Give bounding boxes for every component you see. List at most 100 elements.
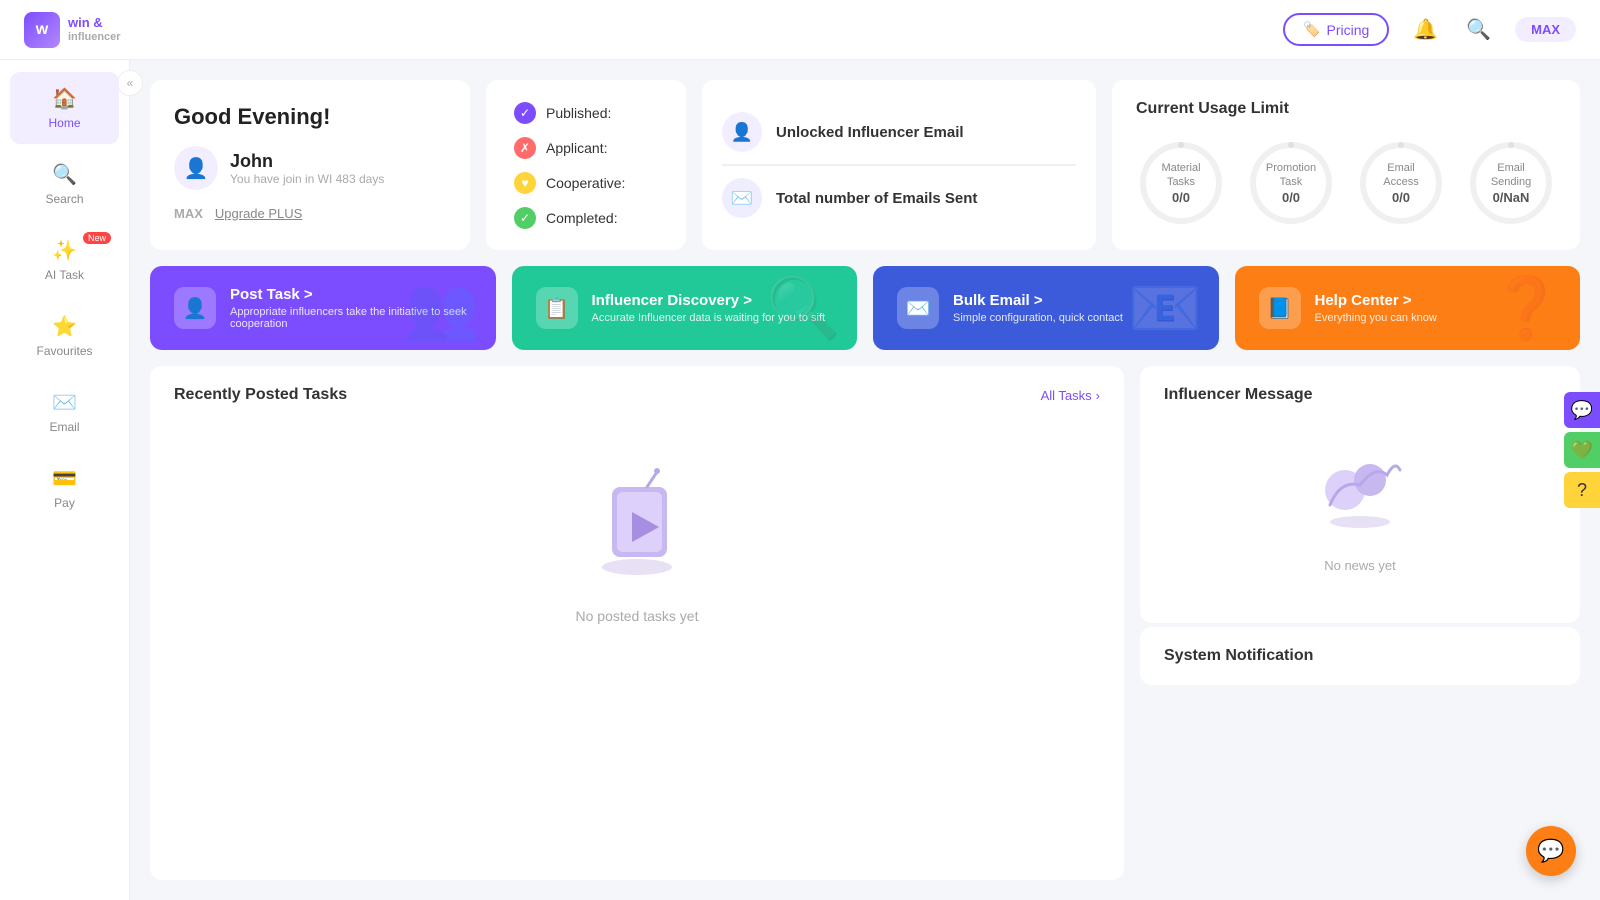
emails-sent-stat: ✉️ Total number of Emails Sent [722, 166, 1076, 230]
right-column: Influencer Message No news yet System No… [1140, 366, 1580, 880]
discovery-icon: 📋 [536, 287, 578, 329]
bottom-row: Recently Posted Tasks All Tasks › [150, 366, 1580, 880]
material-tasks-circle: MaterialTasks 0/0 [1136, 138, 1226, 228]
all-tasks-link[interactable]: All Tasks › [1041, 388, 1100, 403]
logo-line1: win & [68, 15, 121, 31]
logo-icon: w [24, 12, 60, 48]
usage-title: Current Usage Limit [1136, 100, 1556, 118]
tasks-card: Recently Posted Tasks All Tasks › [150, 366, 1124, 880]
sidebar-item-label-home: Home [48, 116, 80, 130]
user-badge[interactable]: MAX [1515, 17, 1576, 42]
help-center-sub: Everything you can know [1315, 312, 1437, 324]
material-tasks-label: MaterialTasks [1161, 161, 1200, 190]
applicant-label: Applicant: [546, 140, 607, 156]
no-news-area: No news yet [1164, 420, 1556, 603]
user-name: John [230, 151, 384, 172]
published-label: Published: [546, 105, 611, 121]
nav-right: 🏷️ Pricing 🔔 🔍 MAX [1283, 13, 1576, 46]
notif-title: System Notification [1164, 647, 1556, 665]
avatar: 👤 [174, 146, 218, 190]
email-access-value: 0/0 [1383, 190, 1418, 205]
help-center-icon: 📘 [1259, 287, 1301, 329]
chat-button[interactable]: 💬 [1526, 826, 1576, 876]
email-access-label: EmailAccess [1383, 161, 1418, 190]
bulk-email-sub: Simple configuration, quick contact [953, 312, 1123, 324]
welcome-row: Good Evening! 👤 John You have join in WI… [150, 80, 1580, 250]
sidebar-item-favourites[interactable]: ⭐ Favourites [10, 300, 119, 372]
sidebar-item-home[interactable]: 🏠 Home [10, 72, 119, 144]
bulk-email-card[interactable]: ✉️ Bulk Email > Simple configuration, qu… [873, 266, 1219, 350]
promotion-task-circle: PromotionTask 0/0 [1246, 138, 1336, 228]
no-news-text: No news yet [1324, 558, 1396, 573]
sidebar-item-search[interactable]: 🔍 Search [10, 148, 119, 220]
cooperative-stat: ♥ Cooperative: [514, 172, 658, 194]
sidebar-item-label-ai: AI Task [45, 268, 84, 282]
post-task-card[interactable]: 👤 Post Task > Appropriate influencers ta… [150, 266, 496, 350]
completed-dot: ✓ [514, 207, 536, 229]
new-badge: New [83, 232, 111, 244]
tasks-header: Recently Posted Tasks All Tasks › [174, 386, 1100, 404]
post-task-bg-icon: 👥 [405, 273, 480, 344]
sidebar-item-label-search: Search [45, 192, 83, 206]
promotion-task-value: 0/0 [1266, 190, 1316, 205]
user-days: You have join in WI 483 days [230, 172, 384, 186]
completed-stat: ✓ Completed: [514, 207, 658, 229]
help-center-title: Help Center > [1315, 292, 1437, 309]
person-icon: 👤 [722, 112, 762, 152]
pricing-label: Pricing [1327, 22, 1370, 38]
wechat-float-button[interactable]: 💚 [1564, 432, 1600, 468]
sidebar-item-ai-task[interactable]: ✨ AI Task New [10, 224, 119, 296]
completed-label: Completed: [546, 210, 618, 226]
pricing-button[interactable]: 🏷️ Pricing [1283, 13, 1389, 46]
search-nav-button[interactable]: 🔍 [1462, 13, 1495, 46]
logo-line2: influencer [68, 31, 121, 44]
empty-tasks-text: No posted tasks yet [576, 608, 699, 624]
bulk-email-icon: ✉️ [897, 287, 939, 329]
no-news-icon [1315, 450, 1405, 546]
ai-task-icon: ✨ [52, 238, 77, 263]
task-stats-card: ✓ Published: ✗ Applicant: ♥ Cooperative:… [486, 80, 686, 250]
tasks-title: Recently Posted Tasks [174, 386, 347, 404]
notification-button[interactable]: 🔔 [1409, 13, 1442, 46]
upgrade-row: MAX Upgrade PLUS [174, 206, 446, 221]
help-center-card[interactable]: 📘 Help Center > Everything you can know … [1235, 266, 1581, 350]
usage-circles: MaterialTasks 0/0 PromotionTask 0/0 [1136, 138, 1556, 228]
bulk-email-title: Bulk Email > [953, 292, 1123, 309]
user-info: 👤 John You have join in WI 483 days [174, 146, 446, 190]
sidebar-item-email[interactable]: ✉️ Email [10, 376, 119, 448]
system-notification-card: System Notification [1140, 627, 1580, 685]
logo[interactable]: w win & influencer [24, 12, 121, 48]
email-access-circle: EmailAccess 0/0 [1356, 138, 1446, 228]
message-title: Influencer Message [1164, 386, 1556, 404]
discovery-bg-icon: 🔍 [766, 273, 841, 344]
email-stats-card: 👤 Unlocked Influencer Email ✉️ Total num… [702, 80, 1096, 250]
empty-tasks: No posted tasks yet [174, 420, 1100, 670]
welcome-card: Good Evening! 👤 John You have join in WI… [150, 80, 470, 250]
sidebar-item-pay[interactable]: 💳 Pay [10, 452, 119, 524]
main-content: Good Evening! 👤 John You have join in WI… [130, 60, 1600, 900]
empty-tasks-icon [587, 467, 687, 596]
all-tasks-arrow: › [1096, 388, 1100, 403]
email-sending-label: EmailSending [1491, 161, 1531, 190]
email-sending-value: 0/NaN [1491, 190, 1531, 205]
chat-float-button[interactable]: 💬 [1564, 392, 1600, 428]
mail-icon: ✉️ [722, 178, 762, 218]
influencer-discovery-card[interactable]: 📋 Influencer Discovery > Accurate Influe… [512, 266, 858, 350]
upgrade-button[interactable]: Upgrade PLUS [215, 206, 302, 221]
sidebar: « 🏠 Home 🔍 Search ✨ AI Task New ⭐ Favour… [0, 60, 130, 900]
promotion-task-label: PromotionTask [1266, 161, 1316, 190]
upgrade-label: MAX [174, 206, 203, 221]
pay-icon: 💳 [52, 466, 77, 491]
published-stat: ✓ Published: [514, 102, 658, 124]
usage-limit-card: Current Usage Limit MaterialTasks 0/0 [1112, 80, 1580, 250]
material-tasks-value: 0/0 [1161, 190, 1200, 205]
search-icon: 🔍 [52, 162, 77, 187]
greeting-text: Good Evening! [174, 104, 446, 130]
top-navigation: w win & influencer 🏷️ Pricing 🔔 🔍 MAX [0, 0, 1600, 60]
question-float-button[interactable]: ? [1564, 472, 1600, 508]
bulk-email-bg-icon: 📧 [1128, 273, 1203, 344]
help-center-bg-icon: ❓ [1489, 273, 1564, 344]
pricing-icon: 🏷️ [1303, 21, 1320, 38]
sidebar-item-label-pay: Pay [54, 496, 75, 510]
sidebar-item-label-email: Email [49, 420, 79, 434]
